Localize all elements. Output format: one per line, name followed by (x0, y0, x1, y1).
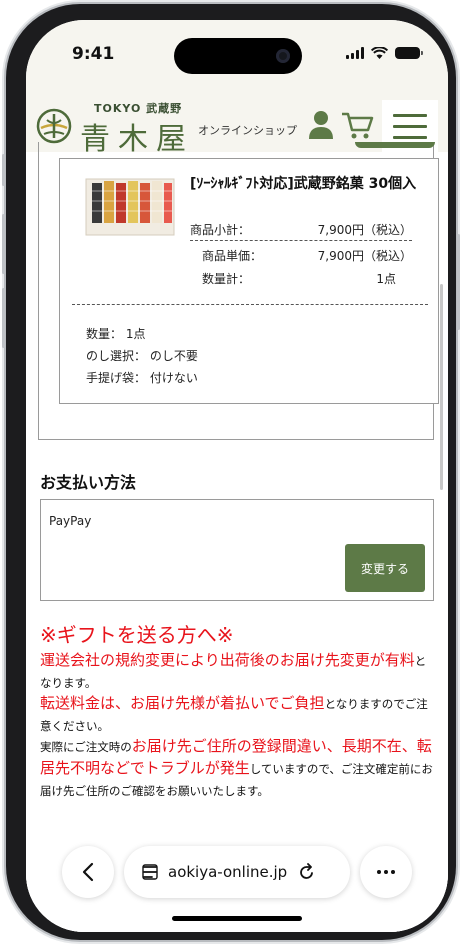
unit-price-row: 商品単価： 7,900円（税込） (202, 247, 412, 264)
bag-text: 手提げ袋： 付けない (86, 371, 198, 385)
power-button (457, 234, 460, 330)
back-button[interactable] (62, 846, 114, 898)
more-button[interactable] (360, 846, 412, 898)
scrollbar[interactable] (440, 284, 443, 490)
user-icon[interactable] (308, 110, 334, 140)
notice-paragraph-1: 運送会社の規約変更により出荷後のお届け先変更が有料となります。 (40, 649, 436, 692)
quantity-total-value: 1点 (376, 272, 396, 286)
wifi-icon (371, 47, 388, 59)
page-settings-icon[interactable] (142, 864, 158, 880)
url-text[interactable]: aokiya-online.jp (168, 863, 287, 881)
status-bar: 9:41 (26, 20, 448, 82)
action-button (2, 154, 5, 186)
subtotal-value: 7,900円（税込） (317, 223, 412, 237)
phone-frame: 9:41 TOKYO 武蔵野 青木屋 オンラインショップ [ｿｰｼｬﾙｷﾞﾌﾄ対… (2, 4, 460, 940)
product-name[interactable]: [ｿｰｼｬﾙｷﾞﾌﾄ対応]武蔵野銘菓 30個入 (190, 173, 426, 195)
main-content: [ｿｰｼｬﾙｷﾞﾌﾄ対応]武蔵野銘菓 30個入 商品小計： 7,900円（税込）… (26, 142, 448, 932)
payment-box: PayPay 変更する (40, 499, 434, 601)
address-bar[interactable]: aokiya-online.jp (124, 846, 350, 898)
online-shop-label: オンラインショップ (198, 124, 297, 137)
subtotal-label: 商品小計： (190, 223, 251, 237)
notice-red-1: 運送会社の規約変更により出荷後のお届け先変更が有料 (40, 651, 415, 669)
status-icons (346, 47, 423, 59)
notice-paragraph-3: 実際にご注文時のお届け先ご住所の登録間違い、長期不在、転居先不明などでトラブルが… (40, 735, 436, 800)
change-payment-button[interactable]: 変更する (345, 544, 425, 592)
product-image (85, 178, 175, 236)
notice-title: ※ギフトを送る方へ※ (40, 623, 234, 647)
status-time: 9:41 (72, 44, 115, 64)
notice-red-2: 転送料金は、お届け先様が着払いでご負担 (40, 694, 325, 713)
cellular-signal-icon (346, 47, 364, 59)
gift-notice: ※ギフトを送る方へ※ 運送会社の規約変更により出荷後のお届け先変更が有料となりま… (40, 622, 436, 800)
payment-heading: お支払い方法 (40, 473, 137, 492)
quantity-text: 数量： 1点 (86, 327, 146, 341)
front-camera (276, 49, 290, 63)
divider (72, 304, 428, 305)
volume-up-button (2, 214, 5, 274)
order-section: [ｿｰｼｬﾙｷﾞﾌﾄ対応]武蔵野銘菓 30個入 商品小計： 7,900円（税込）… (38, 142, 439, 440)
unit-price-label: 商品単価： (202, 249, 263, 263)
subtotal-row: 商品小計： 7,900円（税込） (190, 221, 412, 241)
volume-down-button (2, 288, 5, 348)
battery-icon (395, 47, 423, 59)
screen: 9:41 TOKYO 武蔵野 青木屋 オンラインショップ [ｿｰｼｬﾙｷﾞﾌﾄ対… (26, 20, 448, 932)
logo-mark-icon[interactable] (36, 108, 72, 144)
chevron-left-icon (82, 862, 94, 882)
quantity-total-label: 数量計： (202, 272, 251, 286)
ellipsis-dot (384, 870, 388, 874)
green-button-edge[interactable] (355, 142, 435, 148)
ellipsis-dot (377, 870, 381, 874)
noshi-text: のし選択： のし不要 (86, 349, 198, 363)
ellipsis-dot (391, 870, 395, 874)
home-indicator[interactable] (172, 916, 302, 921)
cart-icon[interactable] (340, 110, 374, 140)
unit-price-value: 7,900円（税込） (317, 249, 412, 263)
notice-paragraph-2: 転送料金は、お届け先様が着払いでご負担となりますのでご注意ください。 (40, 692, 436, 735)
notice-black-3a: 実際にご注文時の (40, 740, 132, 755)
dynamic-island (174, 38, 302, 74)
quantity-total-row: 数量計： 1点 (202, 270, 412, 287)
order-item-card: [ｿｰｼｬﾙｷﾞﾌﾄ対応]武蔵野銘菓 30個入 商品小計： 7,900円（税込）… (59, 158, 439, 404)
reload-icon[interactable] (299, 863, 315, 881)
payment-method: PayPay (49, 514, 92, 528)
